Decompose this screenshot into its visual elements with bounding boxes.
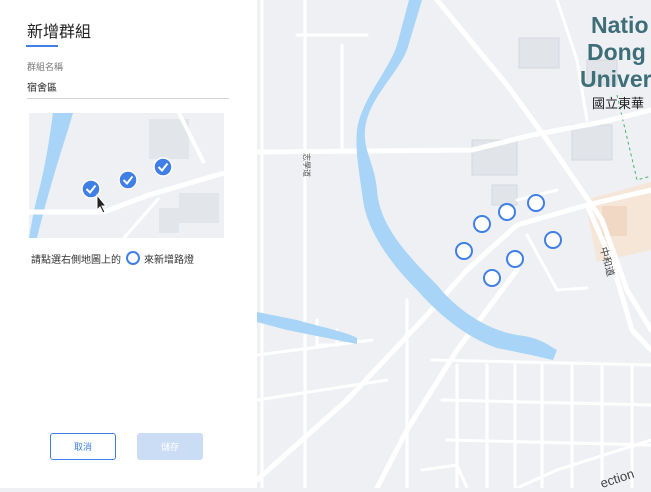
road-label-zhixue: 志學道 bbox=[302, 153, 312, 177]
streetlight-marker bbox=[473, 215, 491, 233]
checked-marker-3 bbox=[153, 157, 173, 177]
instruction-text: 請點選右側地圖上的 來新增路燈 bbox=[31, 248, 194, 268]
campus-name-line-3: Univer bbox=[580, 66, 651, 92]
streetlight-marker bbox=[498, 203, 516, 221]
campus-name-line-1: Natio bbox=[591, 12, 649, 38]
group-name-input[interactable]: 宿舍區 bbox=[27, 79, 57, 94]
campus-name-line-2: Dong I bbox=[587, 39, 651, 65]
campus-name-zh: 國立東華 bbox=[592, 96, 644, 112]
streetlight-ring-icon bbox=[126, 251, 140, 265]
group-name-underline bbox=[27, 98, 229, 99]
streetlight-marker bbox=[544, 231, 562, 249]
instruction-after: 來新增路燈 bbox=[144, 254, 194, 266]
streetlight-marker bbox=[483, 269, 501, 287]
create-group-panel: 新增群組 群組名稱 宿舍區 請點選右側地圖上的 來新增路燈 取消 儲存 bbox=[0, 0, 257, 488]
streetlight-marker bbox=[527, 194, 545, 212]
streetlight-marker bbox=[455, 242, 473, 260]
save-button[interactable]: 儲存 bbox=[137, 433, 203, 460]
checked-marker-2 bbox=[118, 170, 138, 190]
panel-title: 新增群組 bbox=[27, 22, 92, 41]
map-view[interactable]: Natio Dong I Univer 國立東華 志學道 中和道 ection bbox=[254, 0, 651, 491]
streetlight-marker bbox=[506, 250, 524, 268]
tutorial-preview-map bbox=[29, 113, 224, 238]
title-underline bbox=[26, 45, 58, 47]
instruction-before: 請點選右側地圖上的 bbox=[31, 254, 121, 266]
cancel-button[interactable]: 取消 bbox=[50, 433, 116, 460]
group-name-label: 群組名稱 bbox=[27, 63, 64, 73]
